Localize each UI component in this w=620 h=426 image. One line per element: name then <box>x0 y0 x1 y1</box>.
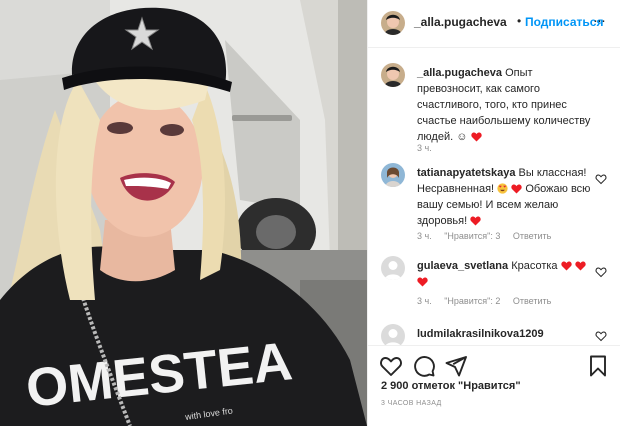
comment-text: ludmilakrasilnikova1209 <box>417 326 597 342</box>
caption-username[interactable]: _alla.pugacheva <box>417 67 502 79</box>
comment: tatianapyatetskaya Вы классная! Несравне… <box>368 161 620 241</box>
comment-time[interactable]: 3 ч. <box>417 231 432 241</box>
commenter-avatar[interactable] <box>381 256 405 280</box>
commenter-avatar[interactable] <box>381 163 405 187</box>
comments-list: _alla.pugacheva Опыт превозносит, как са… <box>368 49 620 345</box>
author-avatar[interactable] <box>381 11 405 35</box>
commenter-avatar[interactable] <box>381 324 405 345</box>
caption-text: _alla.pugacheva Опыт превозносит, как са… <box>417 65 597 145</box>
reply-button[interactable]: Ответить <box>513 231 551 241</box>
post-time[interactable]: 3 часов назад <box>381 400 442 407</box>
red-heart-icon <box>470 216 481 226</box>
caption: _alla.pugacheva Опыт превозносит, как са… <box>368 61 620 153</box>
like-comment-heart-icon[interactable] <box>595 330 607 342</box>
comment-meta: 3 ч. "Нравится": 2 Ответить <box>417 296 561 306</box>
caption-avatar[interactable] <box>381 63 405 87</box>
heart-icon[interactable] <box>379 354 403 378</box>
author-username[interactable]: _alla.pugacheva <box>414 15 507 29</box>
comment-text: tatianapyatetskaya Вы классная! Несравне… <box>417 165 597 229</box>
photo-illustration: OMESTEA with love fro <box>0 0 367 426</box>
post-side-panel: _alla.pugacheva • Подписаться ··· _alla.… <box>367 0 620 426</box>
comment-time[interactable]: 3 ч. <box>417 296 432 306</box>
comment-meta: 3 ч. "Нравится": 3 Ответить <box>417 231 561 241</box>
red-heart-icon <box>417 277 428 287</box>
caption-meta: 3 ч. <box>417 143 442 153</box>
commenter-username[interactable]: tatianapyatetskaya <box>417 167 515 179</box>
red-heart-icon <box>511 184 522 194</box>
post-photo[interactable]: OMESTEA with love fro <box>0 0 367 426</box>
follow-button[interactable]: Подписаться <box>525 15 603 29</box>
reply-button[interactable]: Ответить <box>513 296 551 306</box>
bookmark-icon[interactable] <box>586 354 610 378</box>
like-comment-heart-icon[interactable] <box>595 266 607 278</box>
instagram-post: OMESTEA with love fro _alla.pugacheva • … <box>0 0 620 426</box>
comment-likes[interactable]: "Нравится": 3 <box>444 231 500 241</box>
red-heart-icon <box>560 261 572 271</box>
caption-time[interactable]: 3 ч. <box>417 143 432 153</box>
like-comment-heart-icon[interactable] <box>595 173 607 185</box>
comment: gulaeva_svetlana Красотка 3 ч. "Нравится… <box>368 254 620 314</box>
heart-eyes-emoji-icon <box>497 183 508 194</box>
post-actions: 2 900 отметок "Нравится" 3 часов назад <box>368 345 620 426</box>
comment: ludmilakrasilnikova1209 <box>368 324 620 345</box>
comment-body: Красотка <box>511 260 558 272</box>
comment-text: gulaeva_svetlana Красотка <box>417 258 597 290</box>
red-heart-icon <box>470 132 482 142</box>
commenter-username[interactable]: ludmilakrasilnikova1209 <box>417 328 544 340</box>
likes-count[interactable]: 2 900 отметок "Нравится" <box>381 380 521 392</box>
commenter-username[interactable]: gulaeva_svetlana <box>417 260 508 272</box>
share-icon[interactable] <box>444 354 468 378</box>
header-separator: • <box>517 14 522 28</box>
more-icon[interactable]: ··· <box>593 12 611 32</box>
post-header: _alla.pugacheva • Подписаться ··· <box>368 0 620 48</box>
red-heart-icon <box>575 261 586 271</box>
comment-likes[interactable]: "Нравится": 2 <box>444 296 500 306</box>
comment-icon[interactable] <box>412 354 436 378</box>
